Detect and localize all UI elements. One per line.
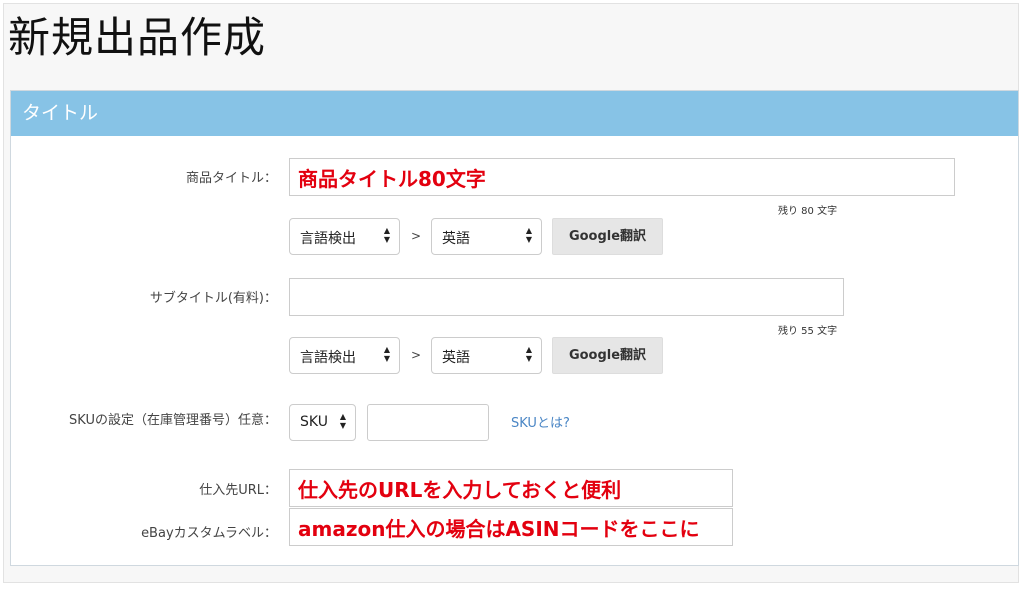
sku-input[interactable] <box>367 404 489 441</box>
product-title-input[interactable]: 商品タイトル80文字 <box>289 158 955 196</box>
select-arrows-icon: ▲ ▼ <box>383 226 390 244</box>
source-language-select-2[interactable]: 言語検出 ▲ ▼ <box>289 337 400 374</box>
section-header: タイトル <box>11 91 1018 136</box>
subtitle-input[interactable] <box>289 278 844 316</box>
target-language-value-2: 英語 <box>442 350 470 366</box>
ebay-label-input[interactable]: amazon仕入の場合はASINコードをここに <box>289 508 733 546</box>
select-arrows-icon: ▲ ▼ <box>525 226 532 244</box>
select-arrows-icon: ▲ ▼ <box>339 412 346 430</box>
language-separator: > <box>411 229 422 243</box>
target-language-select-2[interactable]: 英語 ▲ ▼ <box>431 337 542 374</box>
subtitle-label: サブタイトル(有料)： <box>149 291 277 306</box>
source-url-label: 仕入先URL： <box>199 483 277 498</box>
product-title-label: 商品タイトル： <box>185 171 277 186</box>
select-arrows-icon: ▲ ▼ <box>383 345 390 363</box>
target-language-value: 英語 <box>442 231 470 247</box>
ebay-label-label: eBayカスタムラベル： <box>141 526 277 541</box>
source-url-value: 仕入先のURLを入力しておくと便利 <box>298 478 622 502</box>
sku-type-select[interactable]: SKU ▲ ▼ <box>289 404 356 441</box>
title-section-panel: タイトル 商品タイトル： 商品タイトル80文字 残り 80 文字 言語検出 ▲ ▼… <box>10 90 1019 566</box>
source-url-input[interactable]: 仕入先のURLを入力しておくと便利 <box>289 469 733 507</box>
source-language-select[interactable]: 言語検出 ▲ ▼ <box>289 218 400 255</box>
ebay-label-value: amazon仕入の場合はASINコードをここに <box>298 517 700 541</box>
google-translate-button-2[interactable]: Google翻訳 <box>552 337 663 374</box>
page-title: 新規出品作成 <box>8 13 267 62</box>
subtitle-counter: 残り 55 文字 <box>778 326 838 337</box>
product-title-counter: 残り 80 文字 <box>778 206 838 217</box>
select-arrows-icon: ▲ ▼ <box>525 345 532 363</box>
source-language-value: 言語検出 <box>300 231 356 247</box>
sku-help-link[interactable]: SKUとは? <box>511 412 570 431</box>
target-language-select[interactable]: 英語 ▲ ▼ <box>431 218 542 255</box>
source-language-value-2: 言語検出 <box>300 350 356 366</box>
product-title-value: 商品タイトル80文字 <box>298 167 486 191</box>
language-separator-2: > <box>411 348 422 362</box>
google-translate-button[interactable]: Google翻訳 <box>552 218 663 255</box>
sku-type-value: SKU <box>300 414 328 430</box>
sku-label: SKUの設定（在庫管理番号）任意： <box>69 413 277 428</box>
